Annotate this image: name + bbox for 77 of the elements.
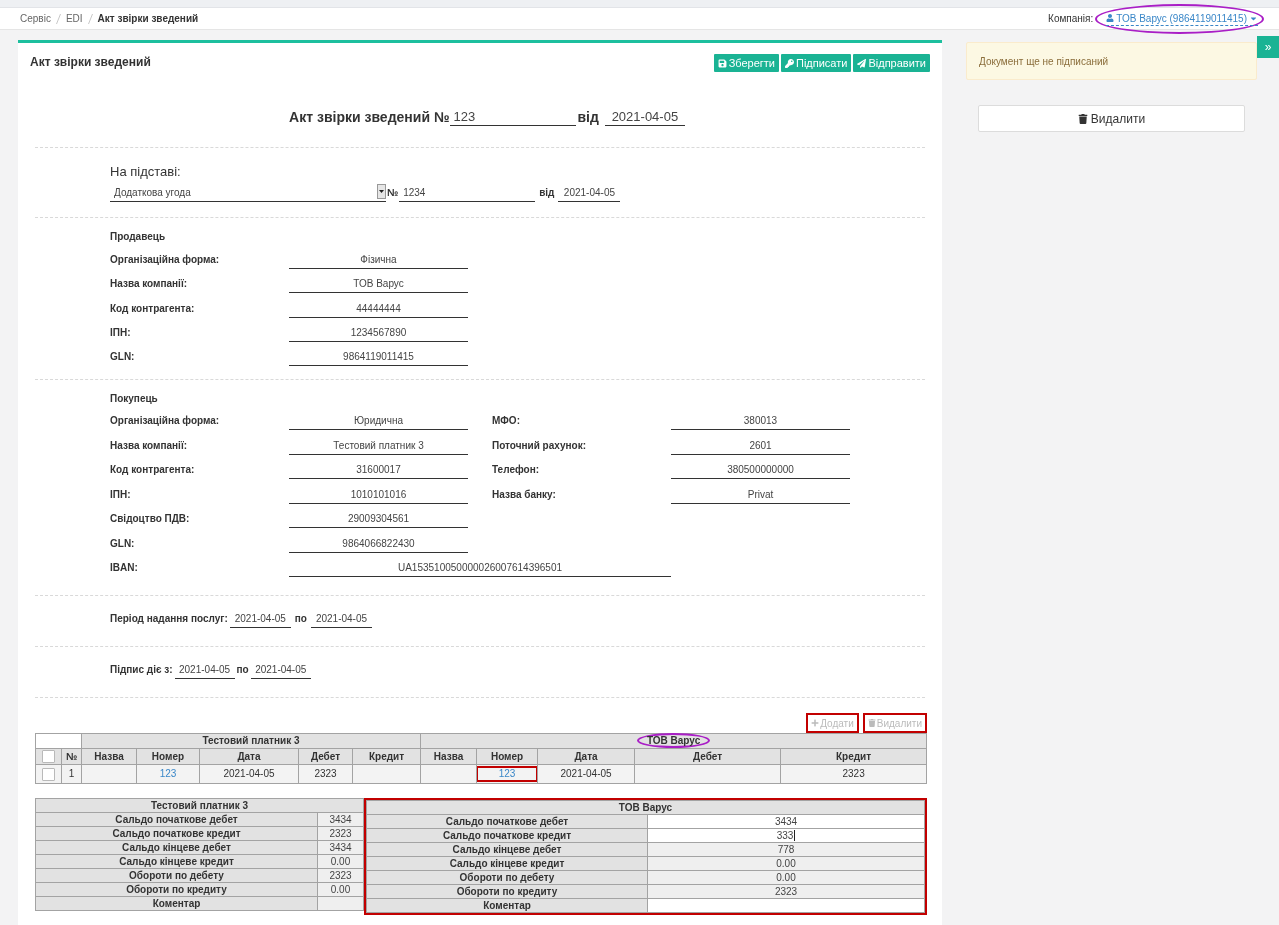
input-field[interactable]: 44444444: [289, 299, 468, 318]
field-label: від: [577, 108, 599, 126]
table-title: ТОВ Варус: [366, 800, 925, 815]
field-label: GLN:: [110, 536, 135, 551]
slash-separator-icon: [55, 13, 61, 24]
current-page-label: Акт звірки зведений: [97, 13, 199, 24]
card-title: Акт звірки зведений: [30, 55, 151, 69]
input-field[interactable]: 9864066822430: [289, 534, 468, 553]
input-field[interactable]: 1234: [399, 184, 536, 202]
select-field[interactable]: Додаткова угода: [110, 184, 386, 202]
checkbox[interactable]: [42, 750, 55, 763]
field-label: ІПН:: [110, 487, 131, 502]
field-label: GLN:: [110, 350, 135, 364]
breadcrumb-link[interactable]: EDI: [65, 13, 83, 24]
field-label: Назва компанії:: [110, 277, 188, 292]
input-field[interactable]: 31600017: [289, 461, 468, 479]
paper-plane-icon: [857, 58, 867, 68]
date-field[interactable]: 2021-04-05: [174, 661, 235, 679]
status-alert: Документ ще не підписаний: [966, 42, 1257, 80]
field-label: IBAN:: [110, 561, 138, 575]
section-title: Покупець: [110, 392, 159, 406]
company-selector[interactable]: ТОВ Варус (9864119011415): [1106, 11, 1258, 26]
input-field[interactable]: Тестовий платник 3: [289, 436, 468, 455]
input-field[interactable]: 123: [449, 108, 576, 126]
field-label: по: [294, 612, 307, 626]
table-title: Тестовий платник 3: [35, 798, 364, 813]
trash-icon: [867, 719, 876, 727]
field-label: Свідоцтво ПДВ:: [110, 512, 190, 526]
document-link[interactable]: 123: [159, 768, 177, 779]
input-field[interactable]: Privat: [671, 485, 850, 504]
field-label: ІПН:: [110, 325, 131, 340]
date-field[interactable]: 2021-04-05: [229, 610, 291, 628]
input-field[interactable]: ТОВ Варус: [289, 275, 468, 294]
input-field[interactable]: UA153510050000026007614396501: [289, 559, 671, 577]
document-heading: Акт звірки зведений №: [289, 108, 450, 126]
field-label: МФО:: [492, 414, 520, 428]
field-label: Підпис діє з:: [110, 663, 173, 677]
field-label: Код контрагента:: [110, 463, 195, 477]
date-field[interactable]: 2021-04-05: [250, 661, 311, 679]
breadcrumb-link[interactable]: Сервіс: [20, 13, 51, 24]
section-title: На підставі:: [110, 164, 182, 180]
field-label: Організаційна форма:: [110, 253, 220, 267]
section-title: Продавець: [110, 230, 167, 244]
input-field[interactable]: 380500000000: [671, 461, 850, 479]
input-field[interactable]: Фізична: [289, 251, 468, 269]
slash-separator-icon: [87, 13, 93, 24]
date-field[interactable]: 2021-04-05: [310, 610, 372, 628]
field-label: Організаційна форма:: [110, 414, 220, 428]
field-label: Назва банку:: [492, 487, 556, 502]
input-field[interactable]: 2601: [671, 436, 850, 455]
input-field[interactable]: 29009304561: [289, 510, 468, 528]
text-cursor-icon: [794, 830, 796, 842]
user-icon: [1106, 14, 1115, 22]
input-field[interactable]: 9864119011415: [289, 348, 468, 366]
date-field[interactable]: 2021-04-05: [558, 184, 621, 202]
field-label: Телефон:: [492, 463, 540, 477]
trash-icon: [1077, 113, 1088, 124]
field-label: Поточний рахунок:: [492, 438, 586, 453]
field-label: Код контрагента:: [110, 301, 195, 316]
input-field[interactable]: 380013: [671, 412, 850, 430]
checkbox[interactable]: [42, 767, 55, 781]
field-label: Період надання послуг:: [110, 612, 228, 626]
field-label: від: [539, 186, 555, 200]
key-icon: [785, 58, 794, 68]
column-group-title: ТОВ Варус: [646, 735, 701, 746]
plus-icon: [811, 719, 820, 727]
input-field[interactable]: Юридична: [289, 412, 468, 430]
field-label: Назва компанії:: [110, 438, 188, 453]
field-label: по: [236, 663, 249, 677]
input-field[interactable]: 1234567890: [289, 323, 468, 342]
field-label: №: [387, 186, 399, 200]
column-group-title: Тестовий платник 3: [202, 735, 300, 746]
company-label: Компанія:: [1048, 13, 1094, 24]
document-link[interactable]: 123: [498, 768, 516, 780]
date-field[interactable]: 2021-04-05: [604, 108, 685, 126]
input-field[interactable]: 1010101016: [289, 485, 468, 504]
delete-button[interactable]: Видалити: [978, 105, 1245, 132]
